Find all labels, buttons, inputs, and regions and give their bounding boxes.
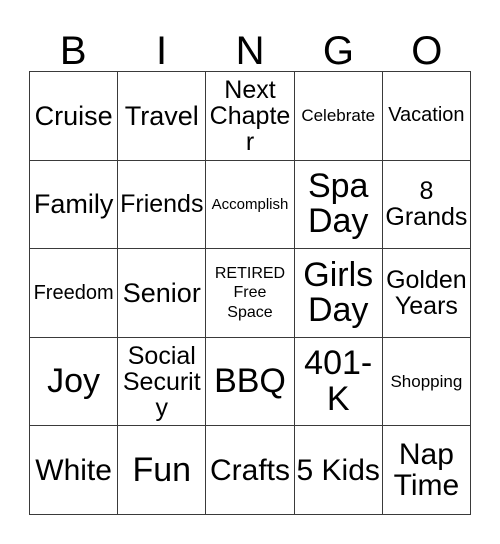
bingo-header-letter-g: G bbox=[322, 29, 354, 73]
bingo-cell[interactable]: Friends bbox=[118, 160, 207, 250]
bingo-cell[interactable]: Nap Time bbox=[382, 426, 471, 515]
bingo-free-space-cell[interactable]: RETIRED Free Space bbox=[206, 249, 295, 338]
bingo-cell[interactable]: Golden Years bbox=[382, 249, 471, 338]
bingo-cell[interactable]: BBQ bbox=[206, 337, 295, 427]
bingo-header-letter-o: O bbox=[411, 29, 443, 73]
bingo-cell[interactable]: Family bbox=[30, 160, 119, 250]
bingo-cell[interactable]: Accomplish bbox=[206, 160, 295, 250]
bingo-cell-label: Accomplish bbox=[211, 195, 289, 213]
bingo-header-letter-b: B bbox=[59, 29, 87, 73]
bingo-cell[interactable]: 8 Grands bbox=[382, 160, 471, 250]
bingo-cell-label: Shopping bbox=[390, 371, 463, 391]
bingo-cell[interactable]: 5 Kids bbox=[294, 426, 383, 515]
bingo-cell-label: 5 Kids bbox=[296, 453, 380, 487]
bingo-cell[interactable]: Next Chapter bbox=[206, 72, 295, 161]
bingo-free-space-line: Space bbox=[227, 303, 273, 321]
bingo-header-letter-n: N bbox=[235, 29, 265, 73]
bingo-header-letter-i: I bbox=[156, 29, 168, 73]
bingo-cell[interactable]: Shopping bbox=[382, 337, 471, 427]
bingo-cell-label: Freedom bbox=[33, 281, 114, 304]
bingo-cell-label: Nap Time bbox=[393, 438, 460, 503]
bingo-cell[interactable]: Cruise bbox=[30, 72, 119, 161]
bingo-cell[interactable]: Travel bbox=[118, 72, 207, 161]
bingo-cell-label: Senior bbox=[122, 277, 201, 308]
bingo-cell-label: Social Security bbox=[122, 341, 201, 422]
bingo-cell[interactable]: Celebrate bbox=[294, 72, 383, 161]
bingo-free-space-label: RETIRED Free Space bbox=[207, 264, 292, 323]
bingo-cell[interactable]: Vacation bbox=[382, 72, 471, 161]
bingo-cell[interactable]: Fun bbox=[118, 426, 207, 515]
bingo-cell[interactable]: 401-K bbox=[294, 337, 383, 427]
bingo-cell[interactable]: White bbox=[30, 426, 119, 515]
bingo-cell-label: White bbox=[35, 453, 112, 487]
bingo-cell-label: 401-K bbox=[304, 344, 373, 418]
bingo-cell[interactable]: Freedom bbox=[30, 249, 119, 338]
bingo-cell-label: Crafts bbox=[209, 453, 290, 487]
bingo-cell[interactable]: Senior bbox=[118, 249, 207, 338]
bingo-cell[interactable]: Crafts bbox=[206, 426, 295, 515]
bingo-cell-label: Spa Day bbox=[307, 167, 369, 241]
bingo-cell-label: Vacation bbox=[388, 104, 465, 127]
bingo-cell-label: 8 Grands bbox=[385, 177, 468, 232]
bingo-cell-label: Travel bbox=[124, 100, 199, 131]
bingo-cell[interactable]: Girls Day bbox=[294, 249, 383, 338]
bingo-cell[interactable]: Joy bbox=[30, 337, 119, 427]
bingo-cell-label: Friends bbox=[120, 190, 204, 219]
bingo-cell[interactable]: Social Security bbox=[118, 337, 207, 427]
bingo-free-space-line: Free bbox=[233, 284, 267, 302]
bingo-cell-label: Golden Years bbox=[386, 265, 467, 320]
bingo-cell-label: BBQ bbox=[214, 361, 286, 400]
bingo-grid: Cruise Travel Next Chapter Celebrate Vacatio… bbox=[29, 71, 471, 515]
bingo-card: B I N G O Cruise Travel Next Chapter Celebrate V… bbox=[0, 0, 500, 544]
bingo-cell-label: Cruise bbox=[34, 100, 113, 131]
bingo-cell-label: Joy bbox=[47, 361, 101, 400]
bingo-cell-label: Next Chapter bbox=[209, 75, 291, 156]
bingo-cell-label: Family bbox=[33, 189, 114, 220]
bingo-free-space-line: RETIRED bbox=[214, 264, 286, 282]
bingo-cell-label: Celebrate bbox=[301, 105, 376, 125]
bingo-cell-label: Fun bbox=[132, 450, 192, 489]
bingo-cell[interactable]: Spa Day bbox=[294, 160, 383, 250]
bingo-cell-label: Girls Day bbox=[303, 255, 374, 329]
bingo-header-row: BINGO bbox=[29, 16, 471, 71]
